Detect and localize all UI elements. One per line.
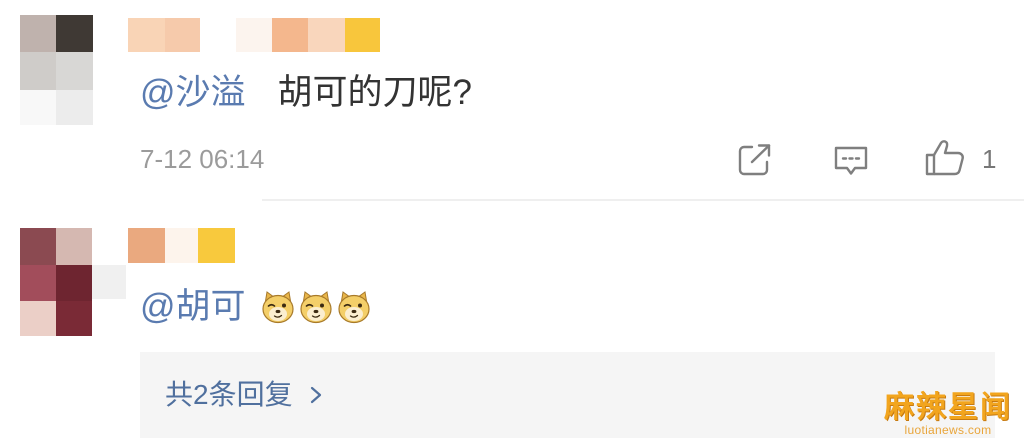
mosaic-block	[345, 18, 380, 52]
mosaic-block	[20, 90, 56, 125]
mosaic-block	[56, 301, 92, 336]
chevron-right-icon	[310, 386, 321, 404]
comment-body: 胡可的刀呢?	[277, 73, 472, 112]
mosaic-block	[56, 265, 92, 301]
thumbs-up-icon	[925, 140, 964, 176]
username-redacted[interactable]	[128, 228, 235, 263]
mosaic-block	[272, 18, 308, 52]
mosaic-block	[308, 18, 345, 52]
username-redacted[interactable]	[128, 18, 380, 52]
mosaic-block	[20, 52, 56, 90]
timestamp: 7-12 06:14	[140, 144, 265, 174]
mosaic-block	[236, 18, 272, 52]
mosaic-block	[165, 18, 200, 52]
emoji-group	[260, 289, 374, 325]
like-count: 1	[982, 144, 997, 174]
replies-box: 共2条回复	[140, 352, 995, 438]
share-button[interactable]	[737, 143, 773, 177]
mosaic-block	[20, 15, 56, 52]
mosaic-block	[165, 228, 198, 263]
mention-link[interactable]: @沙溢	[140, 73, 246, 112]
mosaic-block	[128, 228, 165, 263]
comment-button[interactable]	[833, 145, 869, 177]
mosaic-block	[20, 265, 56, 301]
mosaic-block	[56, 15, 93, 52]
view-replies-link[interactable]: 共2条回复	[165, 379, 323, 411]
comment-icon	[834, 146, 868, 175]
watermark-title: 麻辣星闻	[884, 391, 1012, 424]
comment-text: @沙溢 胡可的刀呢?	[140, 70, 472, 116]
doge-icon	[298, 289, 334, 325]
replies-count-label: 共2条回复	[165, 379, 293, 410]
mosaic-block	[56, 90, 93, 125]
mosaic-block	[128, 18, 165, 52]
mosaic-block	[198, 228, 235, 263]
share-icon	[738, 144, 771, 176]
divider	[262, 199, 1024, 201]
doge-icon	[336, 289, 372, 325]
doge-icon	[260, 289, 296, 325]
mosaic-block	[20, 301, 56, 336]
like-button[interactable]	[924, 139, 966, 177]
comment-text: @胡可	[140, 284, 374, 330]
watermark-site: luotianews.com	[904, 423, 992, 437]
avatar[interactable]	[20, 15, 93, 125]
mention-link[interactable]: @胡可	[140, 284, 246, 330]
avatar[interactable]	[20, 228, 126, 336]
mosaic-block	[56, 228, 92, 265]
mosaic-block	[92, 265, 126, 299]
mosaic-block	[20, 228, 56, 265]
watermark: 麻辣星闻 luotianews.com	[882, 392, 1014, 437]
mosaic-block	[56, 52, 93, 90]
